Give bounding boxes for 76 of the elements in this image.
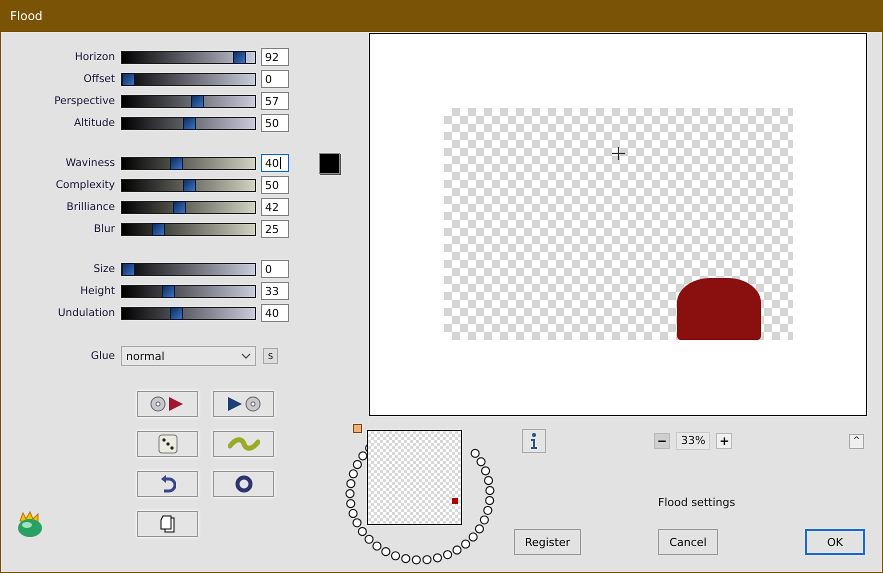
crosshair-icon <box>612 147 625 160</box>
arrow-cd-button[interactable] <box>213 391 274 417</box>
status-text: Flood settings <box>658 496 736 509</box>
side-button[interactable]: S <box>263 348 278 364</box>
slider-thumb[interactable] <box>170 156 184 170</box>
slider-track[interactable] <box>121 262 256 276</box>
zoom-in-button[interactable]: + <box>716 433 732 449</box>
slider-track[interactable] <box>121 306 256 320</box>
slider-thumb[interactable] <box>233 50 246 64</box>
chevron-icon <box>241 353 251 359</box>
slider-thumb[interactable] <box>170 306 184 320</box>
slider-thumb[interactable] <box>190 94 204 108</box>
slider-label: Undulation <box>56 307 115 319</box>
cd-arrow-button[interactable] <box>137 391 198 417</box>
zoom-level: 33% <box>676 432 710 450</box>
zoom-out-button[interactable]: − <box>654 433 670 449</box>
value-field[interactable]: 42 <box>261 198 289 216</box>
ring-icon <box>234 475 252 493</box>
window-title: Flood <box>10 9 43 23</box>
value-field[interactable]: 40 <box>261 154 289 172</box>
handle-icon[interactable] <box>353 424 362 433</box>
slider-label: Perspective <box>53 95 115 107</box>
value-field[interactable]: 25 <box>261 220 289 238</box>
slider-thumb[interactable] <box>182 178 196 192</box>
color-swatch[interactable] <box>319 152 340 174</box>
value-field[interactable]: 50 <box>261 114 289 132</box>
info-icon <box>530 433 538 449</box>
slider-thumb[interactable] <box>172 200 186 214</box>
slider-track[interactable] <box>121 156 256 170</box>
slider-label: Height <box>79 285 115 297</box>
slider-label: Waviness <box>64 157 115 169</box>
slider-track[interactable] <box>121 178 256 192</box>
dialog-button[interactable]: Register <box>514 529 581 555</box>
slider-track[interactable] <box>121 94 256 108</box>
slider-track[interactable] <box>121 284 256 298</box>
slider-label: Altitude <box>72 117 115 129</box>
slider-label: Complexity <box>54 179 115 191</box>
glue-dropdown[interactable]: normal <box>121 346 256 366</box>
undo-icon <box>160 475 176 493</box>
value-field[interactable]: 0 <box>261 70 289 88</box>
reset-button[interactable] <box>213 471 274 497</box>
slider-label: Offset <box>82 73 115 85</box>
dice-icon <box>158 434 178 454</box>
navigator-thumbnail[interactable] <box>367 430 462 525</box>
slider-thumb[interactable] <box>152 222 166 236</box>
value-field[interactable]: 57 <box>261 92 289 110</box>
slider-thumb[interactable] <box>122 262 135 276</box>
value-field[interactable]: 92 <box>261 48 289 66</box>
wave-icon <box>228 436 260 452</box>
pages-icon <box>160 515 176 533</box>
copy-button[interactable] <box>137 511 198 537</box>
random-button[interactable] <box>137 431 198 457</box>
disc-arrow-icon <box>150 396 186 412</box>
slider-label: Blur <box>92 223 115 235</box>
slider-track[interactable] <box>121 72 256 86</box>
arrow-disc-icon <box>226 396 262 412</box>
slider-thumb[interactable] <box>162 284 175 298</box>
slider-track[interactable] <box>121 222 256 236</box>
collapse-button[interactable]: ^ <box>849 434 864 448</box>
value-field[interactable]: 40 <box>261 304 289 322</box>
value-field[interactable]: 0 <box>261 260 289 278</box>
slider-thumb[interactable] <box>182 116 196 130</box>
undo-button[interactable] <box>137 471 198 497</box>
slider-label: Horizon <box>74 51 115 63</box>
value-field[interactable]: 33 <box>261 282 289 300</box>
info-button[interactable] <box>522 429 546 453</box>
slider-label: Size <box>92 263 115 275</box>
value-field[interactable]: 50 <box>261 176 289 194</box>
slider-label: Brilliance <box>65 201 115 213</box>
slider-track[interactable] <box>121 116 256 130</box>
glue-label: Glue <box>90 350 115 362</box>
dialog-button[interactable]: Cancel <box>658 529 718 555</box>
dialog-button[interactable]: OK <box>805 529 865 555</box>
slider-track[interactable] <box>121 200 256 214</box>
slider-track[interactable] <box>121 50 256 64</box>
slider-thumb[interactable] <box>122 72 135 86</box>
